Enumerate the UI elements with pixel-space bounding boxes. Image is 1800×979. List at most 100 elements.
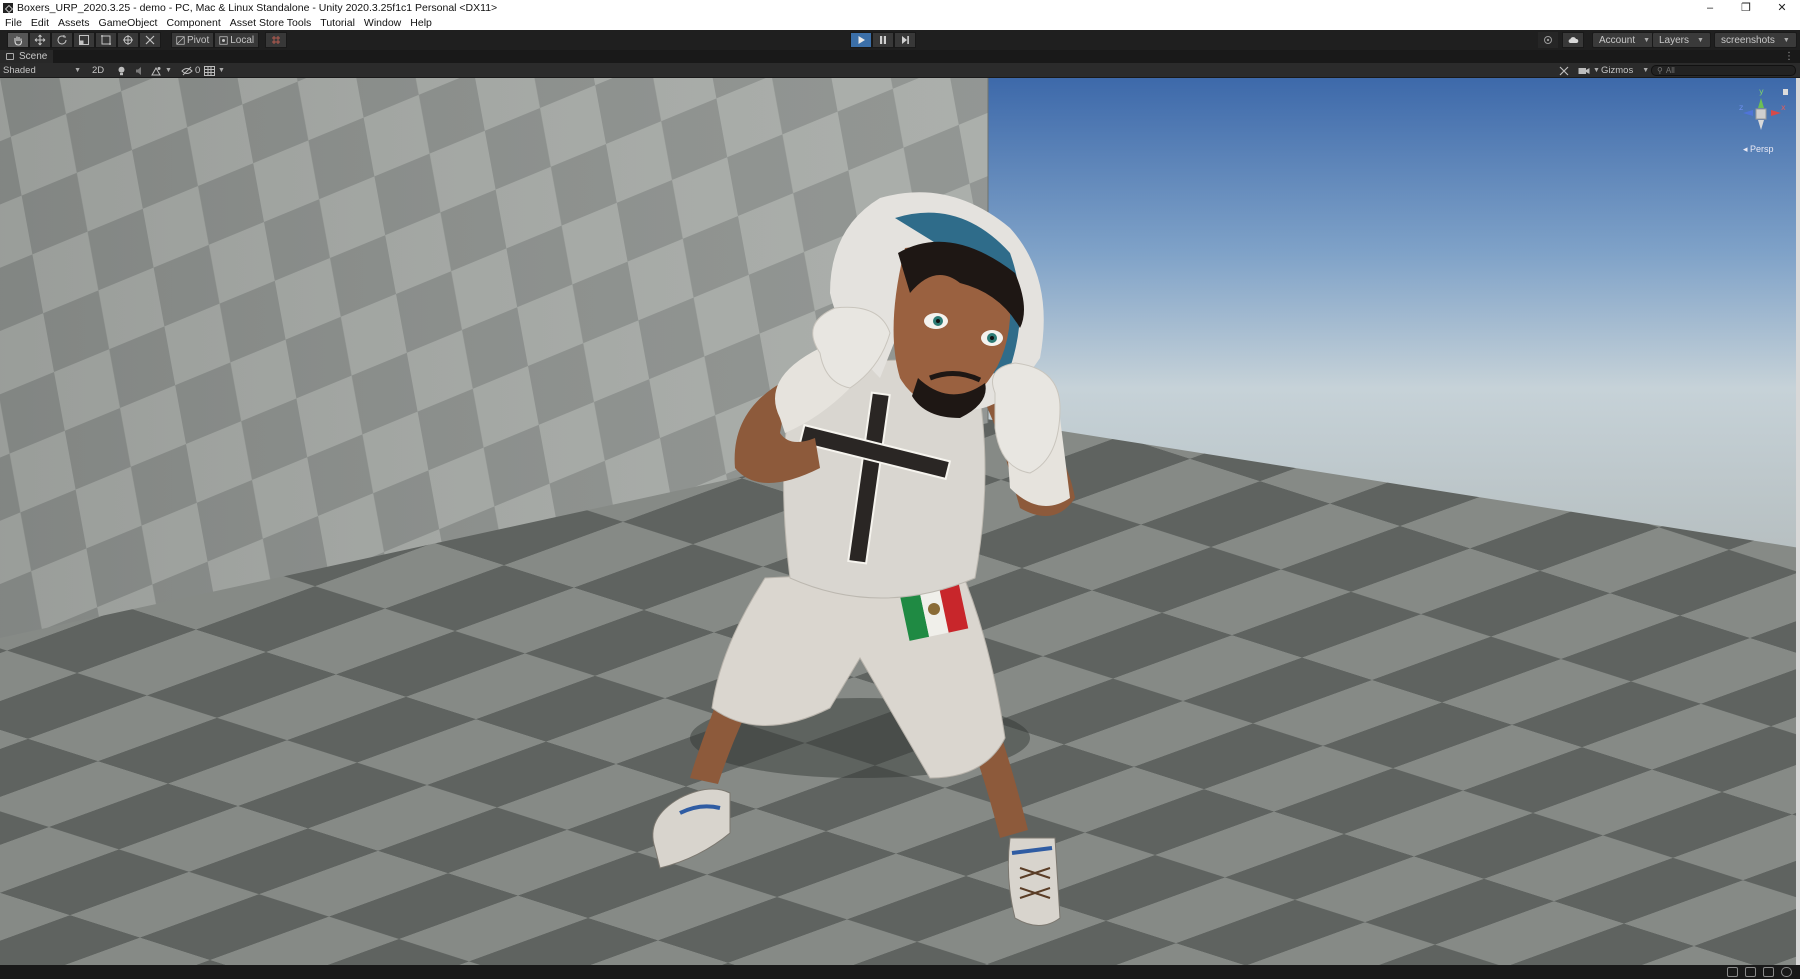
tab-options-icon[interactable]: ⋮ <box>1784 50 1794 63</box>
scene-icon <box>6 53 14 60</box>
grid-snapping-button[interactable] <box>265 32 287 48</box>
progress-icon[interactable] <box>1745 967 1756 977</box>
transform-tool-button[interactable] <box>117 32 139 48</box>
title-bar: Boxers_URP_2020.3.25 - demo - PC, Mac & … <box>0 0 1800 15</box>
chevron-down-icon: ▼ <box>74 67 81 74</box>
menu-tutorial[interactable]: Tutorial <box>320 17 355 29</box>
custom-tool-button[interactable] <box>139 32 161 48</box>
audio-toggle[interactable] <box>135 64 145 77</box>
menu-help[interactable]: Help <box>410 17 432 29</box>
close-button[interactable]: ✕ <box>1764 0 1800 15</box>
autogenerate-lighting-icon[interactable] <box>1781 967 1792 977</box>
minimize-button[interactable]: – <box>1692 0 1728 15</box>
step-button[interactable] <box>894 32 916 48</box>
layers-label: Layers <box>1659 34 1690 46</box>
axis-gizmo-icon[interactable]: y x z <box>1737 86 1791 142</box>
layout-label: screenshots <box>1721 34 1775 46</box>
scale-tool-button[interactable] <box>73 32 95 48</box>
layout-dropdown-wrap: screenshots ▼ <box>1714 32 1797 48</box>
tools-icon <box>145 35 155 45</box>
hand-tool-button[interactable] <box>7 32 29 48</box>
scale-icon <box>79 35 89 45</box>
lighting-toggle[interactable] <box>117 64 126 77</box>
move-tool-button[interactable] <box>29 32 51 48</box>
hand-icon <box>14 36 23 46</box>
tab-strip: Scene ⋮ <box>0 50 1800 63</box>
grid-visibility-dropdown[interactable]: ▼ <box>204 64 225 77</box>
services-gear-icon <box>1544 36 1552 44</box>
services-group <box>1538 32 1584 48</box>
local-toggle[interactable]: Local <box>214 32 260 48</box>
camera-icon <box>1578 67 1590 74</box>
tab-scene-label: Scene <box>19 51 48 62</box>
layout-dropdown[interactable]: screenshots ▼ <box>1714 32 1797 48</box>
scene-visibility-toggle[interactable]: 0 <box>181 64 200 77</box>
restore-button[interactable]: ❐ <box>1728 0 1764 15</box>
layers-dropdown-wrap: Layers ▼ <box>1652 32 1711 48</box>
search-icon: ⚲ <box>1657 66 1663 75</box>
menu-edit[interactable]: Edit <box>31 17 49 29</box>
collab-button[interactable] <box>1562 32 1584 48</box>
toggle-2d-label: 2D <box>92 65 105 76</box>
play-button[interactable] <box>850 32 872 48</box>
window-title: Boxers_URP_2020.3.25 - demo - PC, Mac & … <box>17 1 498 14</box>
axis-y-label: y <box>1759 87 1764 96</box>
eye-hidden-icon <box>181 66 193 75</box>
pivot-toggle[interactable]: Pivot <box>171 32 215 48</box>
account-label: Account <box>1599 34 1636 46</box>
gizmos-dropdown[interactable]: Gizmos ▼ <box>1601 64 1649 77</box>
viewport-scroll-edge <box>1796 78 1800 965</box>
pause-icon <box>880 36 886 44</box>
grid-snap-icon <box>272 36 280 44</box>
menu-component[interactable]: Component <box>166 17 220 29</box>
account-dropdown-wrap: Account ▼ <box>1592 32 1658 48</box>
toggle-2d-button[interactable]: 2D <box>92 64 104 77</box>
tools-toggle[interactable] <box>1559 64 1569 77</box>
camera-settings-dropdown[interactable]: ▼ <box>1578 64 1600 77</box>
gizmos-label: Gizmos <box>1601 65 1634 76</box>
layers-dropdown[interactable]: Layers ▼ <box>1652 32 1711 48</box>
rotate-tool-button[interactable] <box>51 32 73 48</box>
transform-icon <box>123 35 133 45</box>
scene-search-field[interactable]: ⚲ All <box>1651 65 1796 76</box>
menu-file[interactable]: File <box>5 17 22 29</box>
services-button[interactable] <box>1538 32 1558 48</box>
rect-transform-icon <box>101 35 111 45</box>
main-toolbar: Pivot Local Account ▼ Layers ▼ screensho… <box>0 30 1800 50</box>
debug-icon[interactable] <box>1763 967 1774 977</box>
cloud-icon <box>1568 37 1579 43</box>
effects-dropdown[interactable]: ▼ <box>151 64 172 77</box>
console-icon[interactable] <box>1727 967 1738 977</box>
menu-window[interactable]: Window <box>364 17 401 29</box>
rect-tool-button[interactable] <box>95 32 117 48</box>
lightbulb-icon <box>118 66 125 75</box>
projection-label[interactable]: ◂ Persp <box>1743 144 1774 155</box>
scene-viewport[interactable]: y x z ◂ Persp <box>0 78 1800 965</box>
local-icon <box>219 35 228 45</box>
draw-mode-dropdown[interactable]: Shaded ▼ <box>3 64 81 77</box>
chevron-down-icon: ▼ <box>218 67 225 74</box>
chevron-down-icon: ▼ <box>1782 36 1790 44</box>
pivot-label: Pivot <box>187 34 210 46</box>
wrench-icon <box>1559 66 1569 75</box>
scene-render[interactable] <box>0 78 1800 965</box>
account-dropdown[interactable]: Account ▼ <box>1592 32 1658 48</box>
axis-z-label: z <box>1739 103 1743 112</box>
tab-scene[interactable]: Scene <box>0 50 54 63</box>
chevron-down-icon: ▼ <box>1593 67 1600 74</box>
menu-asset-store-tools[interactable]: Asset Store Tools <box>230 17 312 29</box>
local-label: Local <box>230 34 255 46</box>
draw-mode-label: Shaded <box>3 65 36 76</box>
menu-gameobject[interactable]: GameObject <box>99 17 158 29</box>
search-placeholder: All <box>1665 66 1675 75</box>
step-icon <box>902 36 909 44</box>
pause-button[interactable] <box>872 32 894 48</box>
chevron-down-icon: ▼ <box>1642 67 1650 74</box>
menu-assets[interactable]: Assets <box>58 17 90 29</box>
orientation-gizmo[interactable]: y x z ◂ Persp <box>1737 86 1791 156</box>
grid-snap-group <box>265 32 287 48</box>
axis-x-label: x <box>1781 103 1786 112</box>
chevron-down-icon: ▼ <box>1643 36 1651 44</box>
grid-icon <box>204 65 215 76</box>
chevron-down-icon: ▼ <box>1697 36 1704 44</box>
